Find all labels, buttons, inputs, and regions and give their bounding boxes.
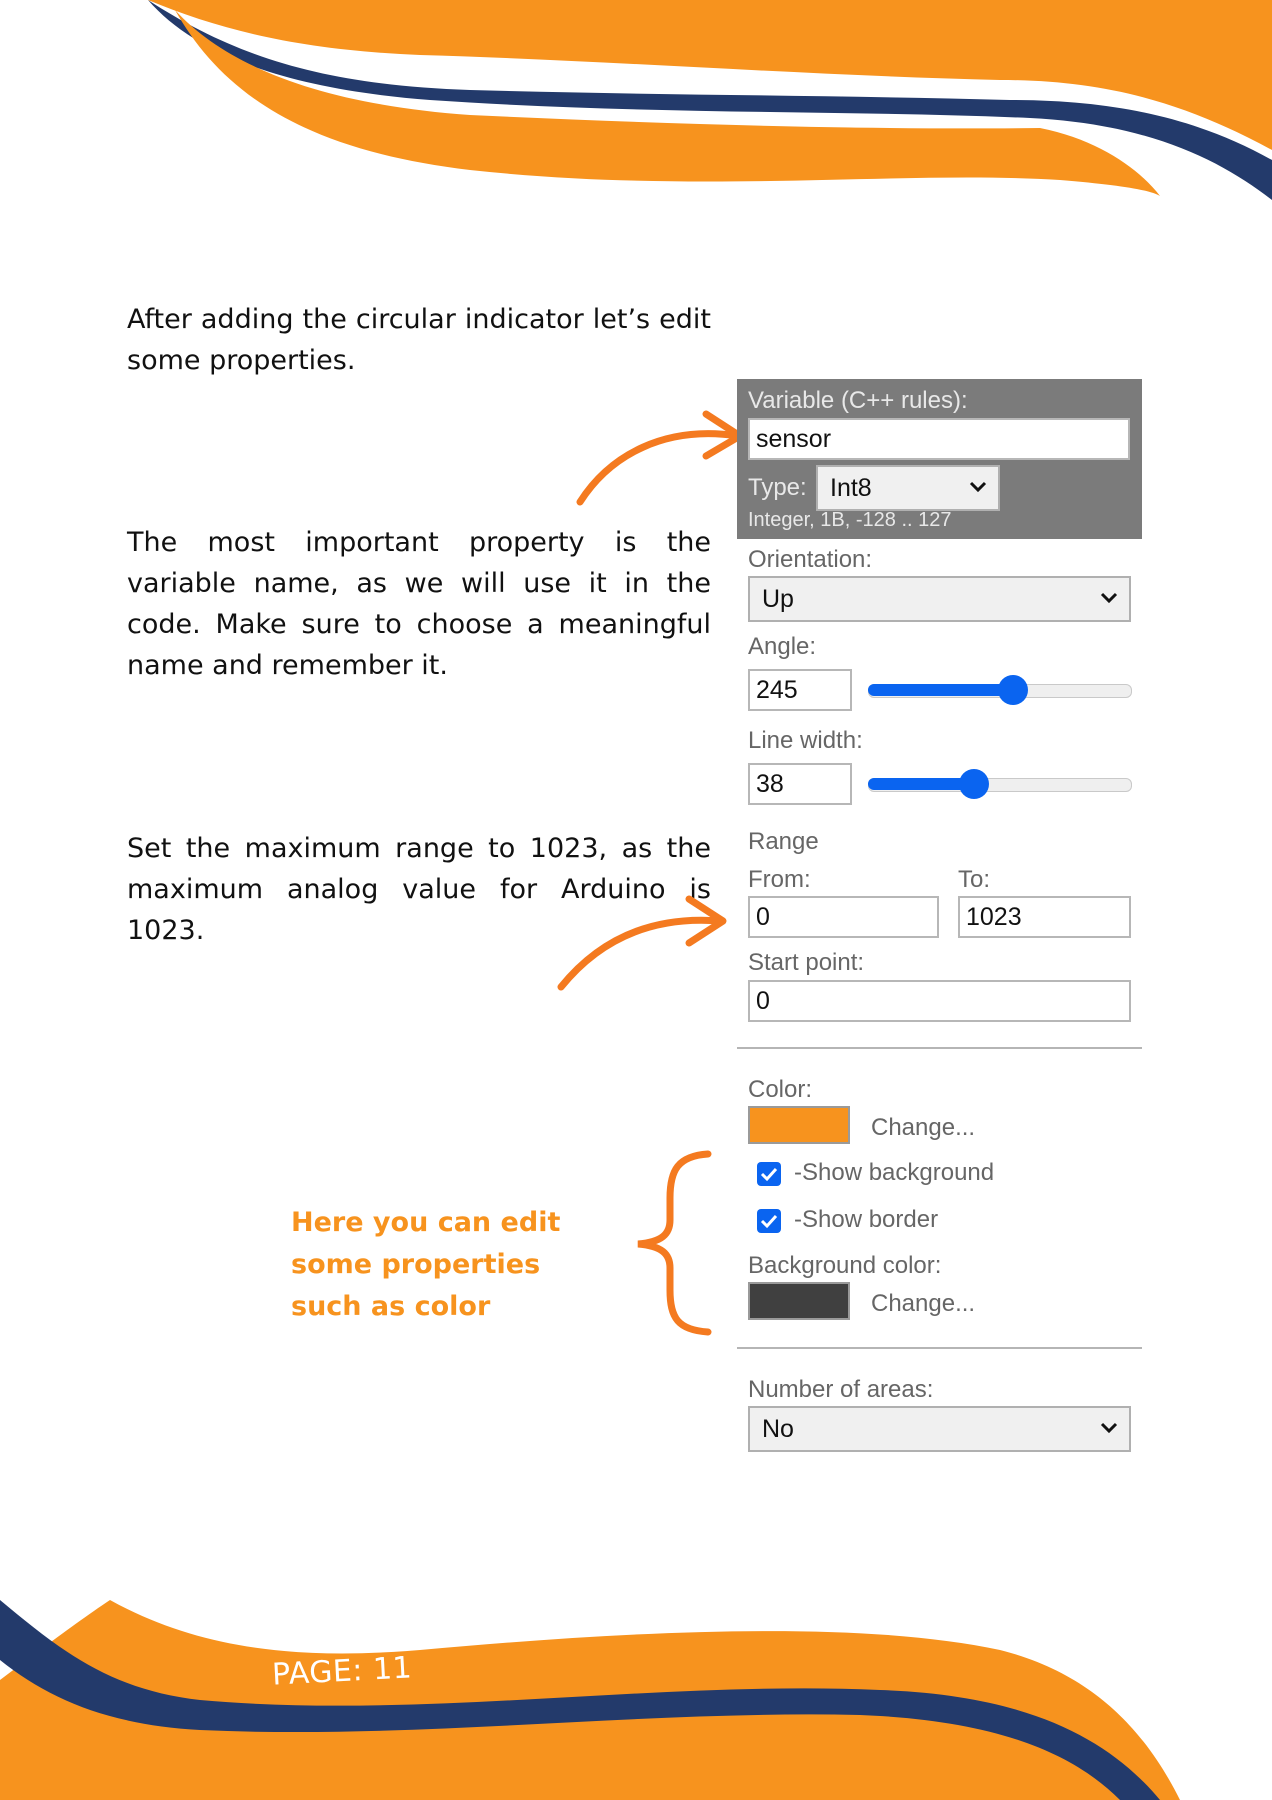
- section-divider: [737, 1047, 1142, 1049]
- show-border-checkbox[interactable]: [757, 1209, 781, 1233]
- range-from-input[interactable]: 0: [748, 896, 939, 938]
- intro-paragraph: After adding the circular indicator let’…: [127, 304, 711, 376]
- type-select[interactable]: Int8: [816, 465, 1000, 511]
- section-divider: [737, 1347, 1142, 1349]
- variable-input[interactable]: sensor: [748, 418, 1130, 460]
- orientation-select[interactable]: Up: [748, 576, 1131, 622]
- arrow-to-variable-icon: [576, 410, 744, 506]
- number-of-areas-value: No: [762, 1415, 794, 1443]
- header-wave-decoration: [148, 0, 1272, 200]
- show-background-checkbox[interactable]: [757, 1162, 781, 1186]
- line-width-slider[interactable]: [868, 769, 1132, 799]
- slider-fill: [868, 684, 1014, 696]
- variable-label: Variable (C++ rules):: [748, 387, 968, 414]
- footer-wave-decoration: [0, 1590, 1272, 1800]
- range-label: Range: [748, 828, 819, 855]
- chevron-down-icon: [1100, 1422, 1118, 1434]
- line-width-label: Line width:: [748, 727, 863, 754]
- variable-name-paragraph: The most important property is the varia…: [127, 527, 711, 681]
- angle-label: Angle:: [748, 633, 817, 660]
- arrow-to-range-icon: [557, 895, 727, 991]
- number-of-areas-select[interactable]: No: [748, 1406, 1131, 1452]
- color-label: Color:: [748, 1076, 813, 1103]
- background-color-swatch[interactable]: [748, 1282, 850, 1320]
- background-color-label: Background color:: [748, 1252, 942, 1279]
- page-number: PAGE: 11: [271, 1650, 414, 1693]
- checkmark-icon: [760, 1167, 778, 1182]
- type-select-value: Int8: [830, 474, 872, 502]
- curly-brace-icon: [637, 1150, 712, 1336]
- show-border-label: -Show border: [794, 1206, 939, 1233]
- show-background-label: -Show background: [794, 1159, 995, 1186]
- orientation-label: Orientation:: [748, 546, 873, 573]
- range-to-input[interactable]: 1023: [958, 896, 1131, 938]
- angle-input[interactable]: 245: [748, 669, 852, 711]
- slider-thumb[interactable]: [958, 769, 989, 799]
- angle-slider[interactable]: [868, 675, 1132, 705]
- type-hint: Integer, 1B, -128 .. 127: [748, 509, 952, 531]
- color-change-link[interactable]: Change...: [871, 1114, 975, 1142]
- range-to-label: To:: [958, 866, 991, 893]
- orientation-select-value: Up: [762, 585, 794, 613]
- chevron-down-icon: [969, 481, 987, 493]
- number-of-areas-label: Number of areas:: [748, 1376, 934, 1403]
- chevron-down-icon: [1100, 592, 1118, 604]
- properties-panel: Variable (C++ rules): sensor Type: Int8 …: [737, 379, 1142, 1452]
- start-point-input[interactable]: 0: [748, 980, 1131, 1022]
- background-color-change-link[interactable]: Change...: [871, 1290, 975, 1318]
- slider-thumb[interactable]: [998, 675, 1029, 705]
- start-point-label: Start point:: [748, 949, 865, 976]
- slider-fill: [868, 778, 974, 790]
- checkmark-icon: [760, 1214, 778, 1229]
- range-from-label: From:: [748, 866, 811, 893]
- color-callout-text: Here you can edit some properties such a…: [291, 1207, 561, 1322]
- variable-section: Variable (C++ rules): sensor Type: Int8 …: [737, 379, 1142, 539]
- type-label: Type:: [748, 474, 807, 501]
- line-width-input[interactable]: 38: [748, 763, 852, 805]
- color-swatch[interactable]: [748, 1106, 850, 1144]
